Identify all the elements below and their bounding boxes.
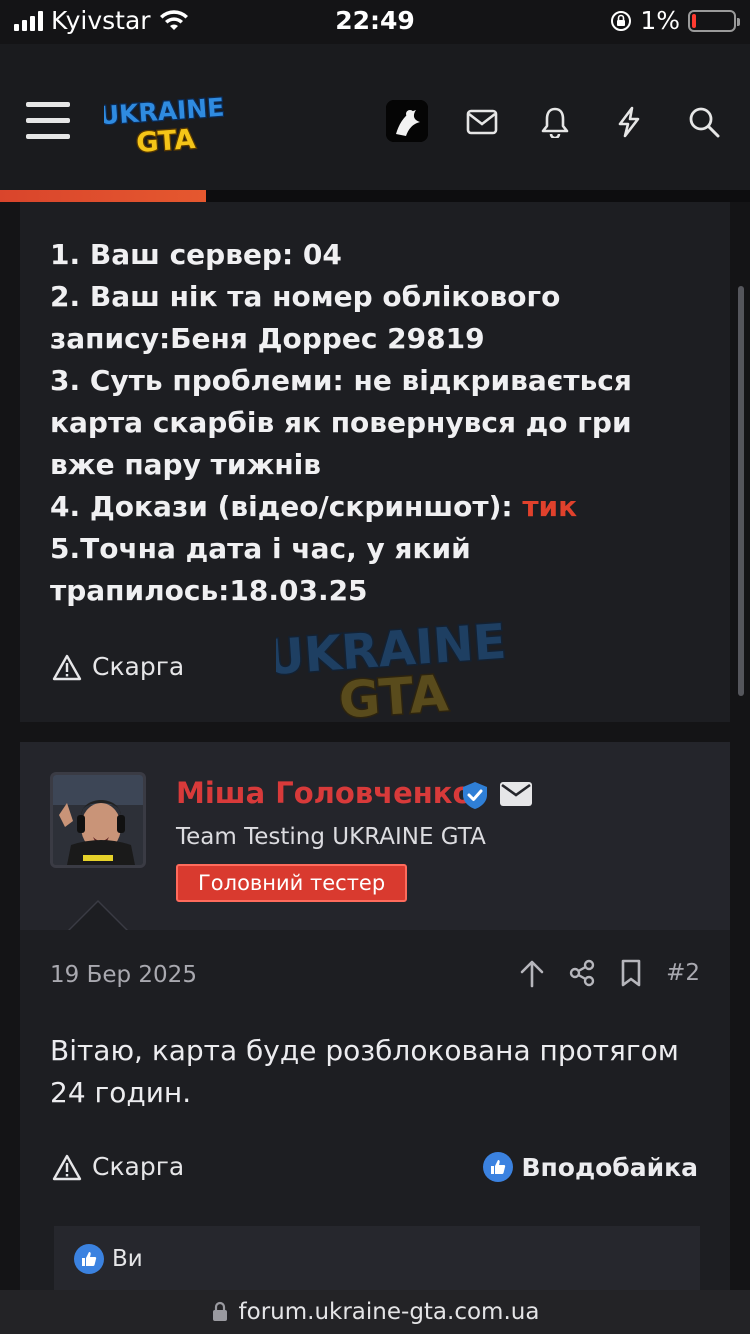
card-pointer	[70, 902, 126, 930]
mail-icon[interactable]	[460, 100, 504, 144]
report-label: Скарга	[92, 1152, 185, 1181]
thumbs-up-icon	[483, 1152, 514, 1182]
post-line: 3. Суть проблеми: не відкривається карта…	[50, 364, 632, 481]
rotation-lock-icon	[611, 10, 632, 31]
author-name[interactable]: Міша Головченко	[176, 776, 472, 810]
post-number[interactable]: #2	[666, 960, 700, 986]
message-author-icon[interactable]	[500, 782, 532, 806]
svg-text:GTA: GTA	[135, 124, 196, 158]
post-body-1: 1. Ваш сервер: 04 2. Ваш нік та номер об…	[20, 202, 730, 724]
scrollbar[interactable]	[738, 286, 744, 696]
verified-badge-icon	[463, 782, 487, 809]
reactions-bar[interactable]: Ви	[54, 1226, 700, 1290]
menu-icon[interactable]	[26, 102, 70, 140]
bolt-icon[interactable]	[607, 100, 651, 144]
evidence-link[interactable]: тик	[522, 490, 577, 523]
user-avatar[interactable]	[386, 100, 428, 142]
search-icon[interactable]	[682, 100, 726, 144]
bell-icon[interactable]	[533, 100, 577, 144]
post-date[interactable]: 19 Бер 2025	[50, 962, 197, 988]
post-2: 19 Бер 2025 #2 Вітаю, карта буде розблок…	[20, 930, 730, 1290]
author-card: Міша Головченко Team Testing UKRAINE GTA…	[20, 742, 730, 930]
watermark-logo: UKRAINE GTA	[276, 614, 506, 724]
svg-text:UKRAINE: UKRAINE	[104, 93, 224, 131]
post-line: 5.Точна дата і час, у який трапилось:18.…	[50, 532, 471, 607]
post-content: 1. Ваш сервер: 04 2. Ваш нік та номер об…	[50, 234, 700, 612]
reactions-label: Ви	[112, 1246, 143, 1272]
avatar-image	[386, 100, 428, 142]
thumbs-up-icon	[74, 1244, 104, 1274]
site-header: UKRAINE GTA	[0, 44, 750, 202]
post-separator	[20, 722, 730, 742]
author-photo	[53, 775, 143, 865]
author-title: Team Testing UKRAINE GTA	[176, 824, 486, 850]
post-line: 1. Ваш сервер: 04	[50, 238, 342, 271]
url-text: forum.ukraine-gta.com.ua	[238, 1299, 540, 1325]
line-prefix: 4. Докази (відео/скриншот):	[50, 490, 523, 523]
report-button[interactable]: Скарга	[52, 1152, 184, 1181]
lock-icon	[212, 1301, 227, 1321]
browser-url-bar[interactable]: forum.ukraine-gta.com.ua	[0, 1290, 750, 1334]
like-label: Вподобайка	[521, 1152, 698, 1182]
bookmark-icon[interactable]	[618, 958, 644, 988]
warning-icon	[52, 654, 82, 680]
share-icon[interactable]	[568, 959, 596, 987]
report-button[interactable]: Скарга	[52, 652, 184, 681]
status-right: 1%	[610, 6, 740, 35]
post-line: 4. Докази (відео/скриншот): тик	[50, 486, 700, 528]
page-progress-fill	[0, 190, 206, 202]
battery-percent: 1%	[640, 6, 680, 35]
author-role-badge: Головний тестер	[176, 864, 408, 902]
post-content: Вітаю, карта буде розблокована протягом …	[50, 1034, 679, 1109]
post-line: 2. Ваш нік та номер облікового запису:Бе…	[50, 280, 561, 355]
post-actions: #2	[518, 958, 700, 988]
warning-icon	[52, 1154, 82, 1180]
status-bar: Kyivstar 22:49 1%	[0, 0, 750, 44]
site-logo[interactable]: UKRAINE GTA	[104, 88, 224, 158]
report-label: Скарга	[92, 652, 185, 681]
like-button[interactable]: Вподобайка	[483, 1152, 698, 1182]
battery-icon	[688, 9, 740, 32]
arrow-up-icon[interactable]	[518, 958, 546, 988]
reactions-summary: Ви	[74, 1244, 143, 1274]
svg-text:GTA: GTA	[337, 664, 450, 724]
author-avatar[interactable]	[50, 772, 146, 868]
